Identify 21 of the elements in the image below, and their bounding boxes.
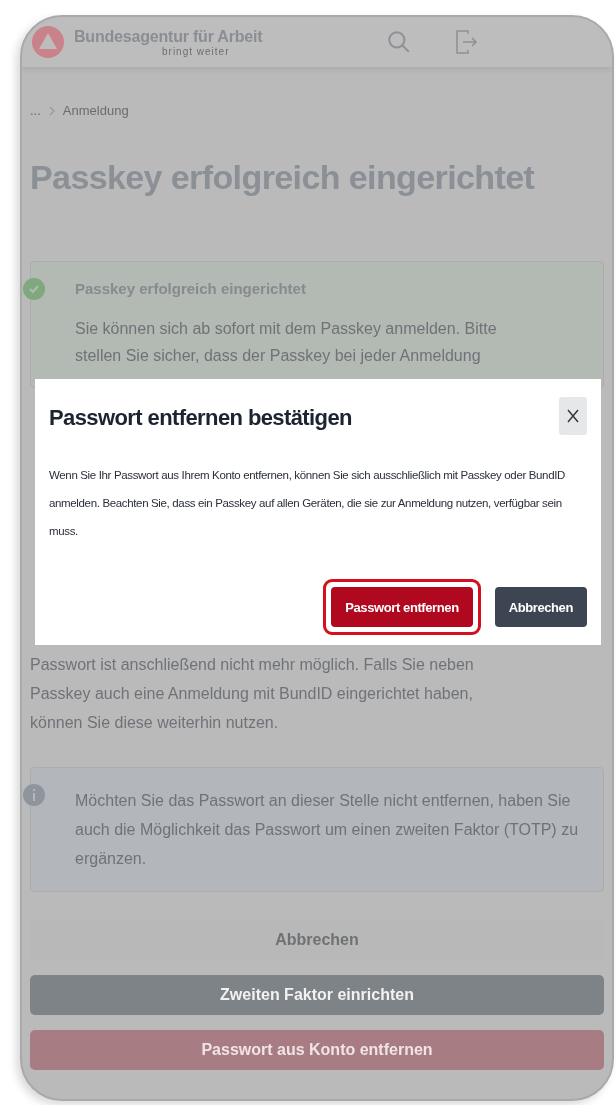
dialog-button[interactable]: Abbrechen [494,587,587,627]
dialog-text: Wenn Sie Ihr Passwort aus Ihrem Konto entfernen, können Sie sich ausschließlich mit Passkey oder BundID anmelden. Beachten Sie, dass ein Passkey auf allen Geräten, die sie zur Anmeldung nutzen, verfügbar sein muss. [49,468,566,539]
page-button[interactable]: Passwort aus Konto entfernen [30,1030,604,1070]
dialog-button[interactable]: Passwort entfernen [331,587,473,627]
page-button[interactable]: Zweiten Faktor einrichten [30,975,604,1015]
paragraph-line: Passwort ist anschließend nicht mehr möglich. Falls Sie neben [30,655,475,675]
paragraph-line: Passkey auch eine Anmeldung mit BundID eingerichtet haben, [30,684,474,704]
search-icon[interactable] [386,29,412,55]
logo-icon [32,26,64,58]
close-button[interactable] [559,397,587,435]
dialog-title: Passwort entfernen bestätigen [49,405,352,431]
logout-icon[interactable] [454,29,478,55]
close-icon [567,409,579,423]
alert-text: stellen Sie sicher, dass der Passkey bei jeder Anmeldung [75,346,482,366]
info-text: Möchten Sie das Passwort an dieser Stelle nicht entfernen, haben Sie auch die Möglichkeit das Passwort um einen zweiten Faktor (TOTP) zu ergänzen. [75,791,580,869]
chevron-icon [48,105,55,116]
breadcrumb-ellipsis[interactable]: ... [30,103,41,118]
alert-text: Sie können sich ab sofort mit dem Passkey anmelden. Bitte [75,319,498,339]
breadcrumb-current: Anmeldung [62,103,129,118]
tagline: bringt weiter [162,45,230,57]
paragraph-line: können Sie diese weiterhin nutzen. [30,713,280,733]
